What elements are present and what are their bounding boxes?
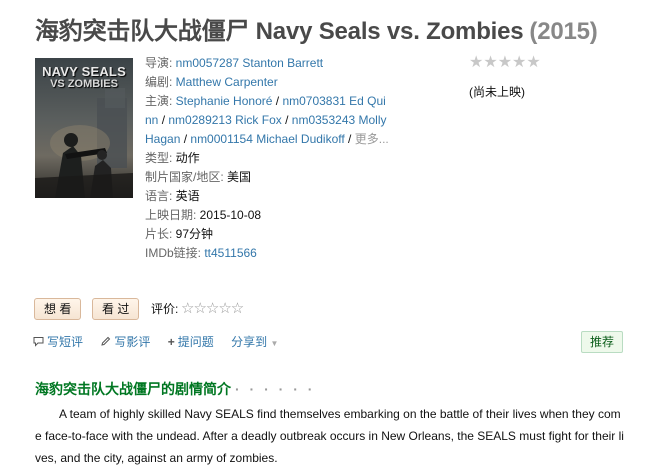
country-row: 制片国家/地区: 美国 — [145, 168, 405, 187]
language-value: 英语 — [175, 189, 200, 203]
country-value: 美国 — [227, 170, 252, 184]
page-title: 海豹突击队大战僵尸 Navy Seals vs. Zombies (2015) — [35, 11, 598, 46]
synopsis-heading: 海豹突击队大战僵尸的剧情简介 · · · · · · — [35, 379, 315, 399]
runtime-label: 片长: — [145, 227, 176, 241]
release-value: 2015-10-08 — [199, 208, 262, 222]
chevron-down-icon: ▼ — [270, 339, 279, 348]
speech-bubble-icon — [33, 335, 44, 349]
rating-stars: ★★★★★ — [469, 54, 541, 71]
plus-icon: + — [167, 335, 175, 349]
share-label: 分享到 — [231, 335, 268, 349]
imdb-label: IMDb链接: — [145, 246, 205, 260]
runtime-row: 片长: 97分钟 — [145, 225, 405, 244]
director-label: 导演: — [145, 56, 176, 70]
movie-year: (2015) — [529, 18, 598, 45]
cast-row: 主演: Stephanie Honoré / nm0703831 Ed Qui — [145, 92, 405, 111]
genre-row: 类型: 动作 — [145, 149, 405, 168]
cast-link-2-cont[interactable]: nn — [145, 113, 158, 127]
cast-link-4[interactable]: nm0353243 Molly — [292, 113, 387, 127]
ask-question-label: 提问题 — [177, 335, 214, 349]
poster-title-line1: NAVY SEALS — [42, 64, 126, 79]
cast-more-link[interactable]: 更多... — [355, 132, 389, 146]
cast-link-3[interactable]: nm0289213 Rick Fox — [168, 113, 281, 127]
cast-link-5[interactable]: nm0001154 Michael Dudikoff — [190, 132, 344, 146]
rate-stars-input[interactable]: ☆☆☆☆☆ — [181, 299, 244, 317]
poster-title-line2: VS ZOMBIES — [50, 78, 118, 90]
ask-question-action[interactable]: + 提问题 — [168, 335, 214, 349]
cast-separator: / — [281, 113, 292, 127]
writer-label: 编剧: — [145, 75, 176, 89]
cast-separator: / — [272, 94, 283, 108]
runtime-value: 97分钟 — [175, 227, 214, 241]
release-row: 上映日期: 2015-10-08 — [145, 206, 405, 225]
synopsis-heading-dots: · · · · · · — [235, 381, 316, 397]
genre-label: 类型: — [145, 151, 176, 165]
cast-row-2: nn / nm0289213 Rick Fox / nm0353243 Moll… — [145, 111, 405, 130]
rating-status: (尚未上映) — [469, 85, 525, 99]
synopsis-text: A team of highly skilled Navy SEALS find… — [35, 407, 624, 465]
cast-link-2[interactable]: nm0703831 Ed Qui — [282, 94, 385, 108]
imdb-link[interactable]: tt4511566 — [204, 246, 257, 260]
movie-title: 海豹突击队大战僵尸 Navy Seals vs. Zombies — [35, 18, 524, 45]
rating-box: ★★★★★ (尚未上映) — [469, 55, 589, 100]
cast-separator: / — [180, 132, 191, 146]
imdb-row: IMDb链接: tt4511566 — [145, 244, 405, 263]
write-short-review-label: 写短评 — [47, 335, 84, 349]
writer-link[interactable]: Matthew Carpenter — [176, 75, 278, 89]
genre-value: 动作 — [175, 151, 200, 165]
language-row: 语言: 英语 — [145, 187, 405, 206]
write-short-review-action[interactable]: 写短评 — [33, 335, 83, 349]
country-label: 制片国家/地区: — [145, 170, 228, 184]
watched-button[interactable]: 看 过 — [92, 298, 140, 320]
movie-info: 导演: nm0057287 Stanton Barrett 编剧: Matthe… — [145, 54, 405, 263]
write-review-action[interactable]: 写影评 — [100, 335, 150, 349]
cast-row-3: Hagan / nm0001154 Michael Dudikoff / 更多.… — [145, 130, 405, 149]
cast-link-4-cont[interactable]: Hagan — [145, 132, 180, 146]
recommend-button[interactable]: 推荐 — [581, 331, 624, 353]
cast-link-1[interactable]: Stephanie Honoré — [176, 94, 273, 108]
action-bar: 写短评 写影评 + 提问题 分享到 ▼ — [33, 333, 292, 350]
director-row: 导演: nm0057287 Stanton Barrett — [145, 54, 405, 73]
cast-label: 主演: — [145, 94, 176, 108]
release-label: 上映日期: — [145, 208, 200, 222]
want-to-watch-button[interactable]: 想 看 — [34, 298, 82, 320]
language-label: 语言: — [145, 189, 176, 203]
synopsis-heading-text: 海豹突击队大战僵尸的剧情简介 — [35, 381, 231, 397]
director-link[interactable]: nm0057287 Stanton Barrett — [176, 56, 323, 70]
cast-separator: / — [158, 113, 169, 127]
rate-label: 评价: — [151, 302, 179, 316]
movie-poster[interactable]: NAVY SEALS VS ZOMBIES — [35, 58, 133, 198]
pencil-icon — [100, 335, 111, 349]
write-review-label: 写影评 — [114, 335, 151, 349]
writer-row: 编剧: Matthew Carpenter — [145, 73, 405, 92]
cast-separator: / — [344, 132, 355, 146]
share-action[interactable]: 分享到 ▼ — [231, 335, 278, 349]
